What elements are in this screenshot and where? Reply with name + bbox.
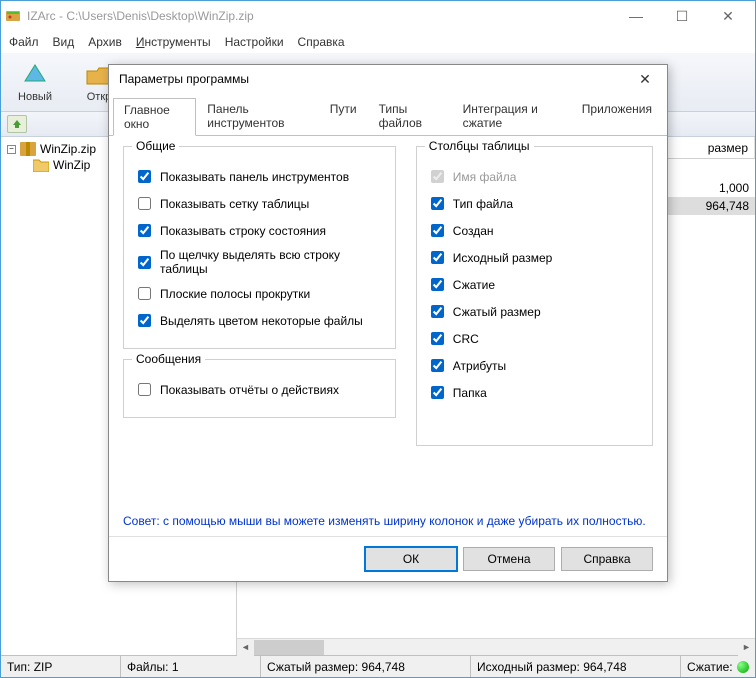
group-columns: Столбцы таблицы Имя файла Тип файла Созд…	[416, 146, 653, 446]
menu-help[interactable]: Справка	[298, 35, 345, 49]
chk-compression[interactable]: Сжатие	[427, 275, 642, 294]
chk-highlight[interactable]: Выделять цветом некоторые файлы	[134, 311, 385, 330]
chk-filetype[interactable]: Тип файла	[427, 194, 642, 213]
status-type: Тип: ZIP	[1, 656, 121, 677]
col-size[interactable]: размер	[675, 137, 755, 158]
tab-filetypes[interactable]: Типы файлов	[368, 97, 452, 135]
tool-new[interactable]: Новый	[7, 61, 63, 103]
close-button[interactable]: ✕	[705, 2, 751, 30]
chk-reports[interactable]: Показывать отчёты о действиях	[134, 380, 385, 399]
menubar: Файл Вид Архив Инструменты Настройки Спр…	[1, 31, 755, 53]
dialog-close-button[interactable]: ✕	[633, 67, 657, 91]
status-compress: Сжатие:	[681, 656, 755, 677]
tree-collapse-icon[interactable]: −	[7, 145, 16, 154]
up-folder-icon[interactable]	[7, 115, 27, 133]
horizontal-scrollbar[interactable]: ◄ ►	[237, 638, 755, 655]
chk-filename: Имя файла	[427, 167, 642, 186]
dialog-title: Параметры программы	[119, 72, 633, 86]
minimize-button[interactable]: —	[613, 2, 659, 30]
tab-integration[interactable]: Интеграция и сжатие	[452, 97, 571, 135]
status-files: Файлы: 1	[121, 656, 261, 677]
titlebar: IZArc - C:\Users\Denis\Desktop\WinZip.zi…	[1, 1, 755, 31]
chk-created[interactable]: Создан	[427, 221, 642, 240]
new-icon	[21, 61, 49, 89]
chk-folder[interactable]: Папка	[427, 383, 642, 402]
statusbar: Тип: ZIP Файлы: 1 Сжатый размер: 964,748…	[1, 655, 755, 677]
status-packed: Сжатый размер: 964,748	[261, 656, 471, 677]
chk-packedsize[interactable]: Сжатый размер	[427, 302, 642, 321]
chk-show-status[interactable]: Показывать строку состояния	[134, 221, 385, 240]
cancel-button[interactable]: Отмена	[463, 547, 555, 571]
menu-settings[interactable]: Настройки	[225, 35, 284, 49]
tab-toolbar[interactable]: Панель инструментов	[196, 97, 318, 135]
dialog-buttons: ОК Отмена Справка	[109, 536, 667, 581]
chk-attrs[interactable]: Атрибуты	[427, 356, 642, 375]
chk-show-grid[interactable]: Показывать сетку таблицы	[134, 194, 385, 213]
hint-text: Совет: с помощью мыши вы можете изменять…	[109, 506, 667, 536]
titlebar-text: IZArc - C:\Users\Denis\Desktop\WinZip.zi…	[27, 9, 613, 23]
ok-button[interactable]: ОК	[365, 547, 457, 571]
scroll-right-icon[interactable]: ►	[738, 639, 755, 656]
tab-main[interactable]: Главное окно	[113, 98, 196, 136]
group-messages: Сообщения Показывать отчёты о действиях	[123, 359, 396, 418]
settings-dialog: Параметры программы ✕ Главное окно Панел…	[108, 64, 668, 582]
scroll-left-icon[interactable]: ◄	[237, 639, 254, 656]
app-icon	[5, 8, 21, 24]
chk-show-toolbar[interactable]: Показывать панель инструментов	[134, 167, 385, 186]
menu-file[interactable]: Файл	[9, 35, 39, 49]
menu-tools[interactable]: Инструменты	[136, 35, 211, 49]
chk-origsize[interactable]: Исходный размер	[427, 248, 642, 267]
status-led-icon	[737, 661, 749, 673]
status-orig: Исходный размер: 964,748	[471, 656, 681, 677]
chk-flat-scroll[interactable]: Плоские полосы прокрутки	[134, 284, 385, 303]
scroll-thumb[interactable]	[254, 640, 324, 655]
tab-apps[interactable]: Приложения	[571, 97, 663, 135]
group-general: Общие Показывать панель инструментов Пок…	[123, 146, 396, 349]
maximize-button[interactable]: ☐	[659, 2, 705, 30]
dialog-titlebar: Параметры программы ✕	[109, 65, 667, 93]
tab-paths[interactable]: Пути	[319, 97, 368, 135]
chk-click-row[interactable]: По щелчку выделять всю строку таблицы	[134, 248, 385, 276]
chk-crc[interactable]: CRC	[427, 329, 642, 348]
menu-archive[interactable]: Архив	[88, 35, 122, 49]
menu-view[interactable]: Вид	[53, 35, 75, 49]
dialog-body: Общие Показывать панель инструментов Пок…	[109, 136, 667, 506]
help-button[interactable]: Справка	[561, 547, 653, 571]
folder-icon	[33, 158, 49, 172]
tabbar: Главное окно Панель инструментов Пути Ти…	[109, 97, 667, 136]
archive-icon	[20, 142, 36, 156]
